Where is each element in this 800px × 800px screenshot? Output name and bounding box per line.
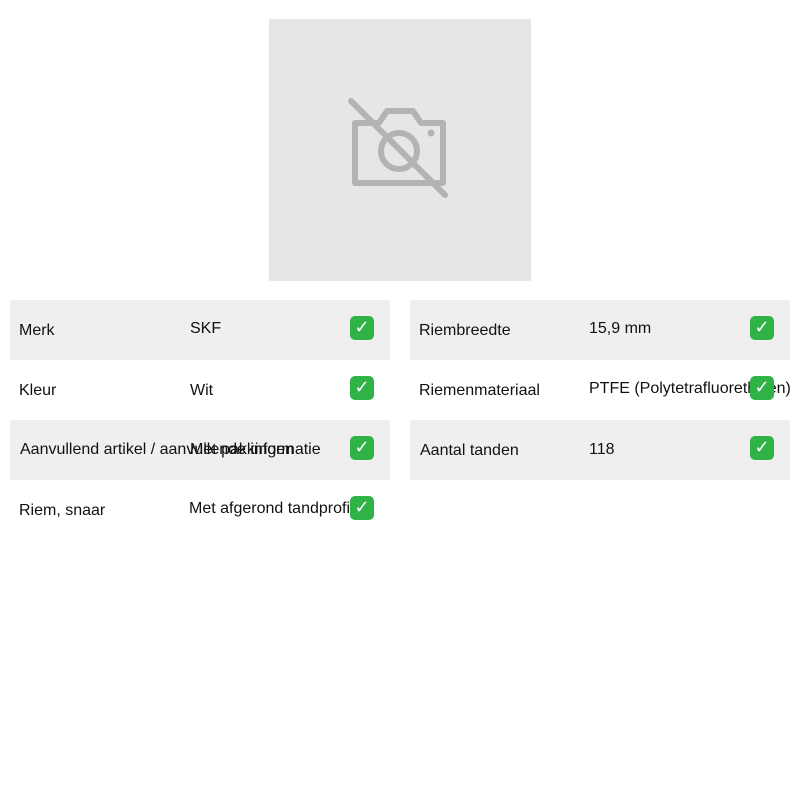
spec-label: Merk (19, 322, 55, 339)
spec-label: Aantal tanden (420, 442, 519, 459)
spec-value: Met pakkingen (190, 441, 295, 458)
spec-row-riem-snaar: Riem, snaar Met afgerond tandprofiel ✓ (10, 480, 390, 540)
spec-row-aantal-tanden: Aantal tanden 118 ✓ (410, 420, 790, 480)
check-icon: ✓ (349, 480, 375, 540)
spec-value: SKF (190, 320, 222, 337)
check-icon: ✓ (349, 300, 375, 360)
check-icon: ✓ (349, 360, 375, 420)
spec-row-aanvullend-artikel: Aanvullend artikel / aanvullende informa… (10, 420, 390, 480)
check-icon: ✓ (349, 420, 375, 480)
spec-value: 15,9 mm (589, 320, 652, 337)
check-icon: ✓ (749, 420, 775, 480)
spec-value: Wit (190, 382, 214, 399)
specs-left-column: Merk SKF ✓ Kleur Wit ✓ Aanvullend artike… (10, 300, 390, 540)
spec-value: 118 (589, 441, 615, 458)
spec-label: Riemenmateriaal (419, 382, 540, 399)
spec-row-merk: Merk SKF ✓ (10, 300, 390, 360)
no-image-camera-icon (348, 98, 448, 198)
check-icon: ✓ (749, 360, 775, 420)
product-image-placeholder (269, 19, 531, 281)
spec-row-kleur: Kleur Wit ✓ (10, 360, 390, 420)
spec-label: Kleur (19, 382, 57, 399)
spec-row-riembreedte: Riembreedte 15,9 mm ✓ (410, 300, 790, 360)
spec-label: Riembreedte (419, 322, 511, 339)
spec-row-riemenmateriaal: Riemenmateriaal PTFE (Polytetrafluorethy… (410, 360, 790, 420)
specs-right-column: Riembreedte 15,9 mm ✓ Riemenmateriaal PT… (410, 300, 790, 480)
spec-label: Riem, snaar (19, 502, 106, 519)
spec-value: Met afgerond tandprofiel (189, 500, 363, 517)
check-icon: ✓ (749, 300, 775, 360)
